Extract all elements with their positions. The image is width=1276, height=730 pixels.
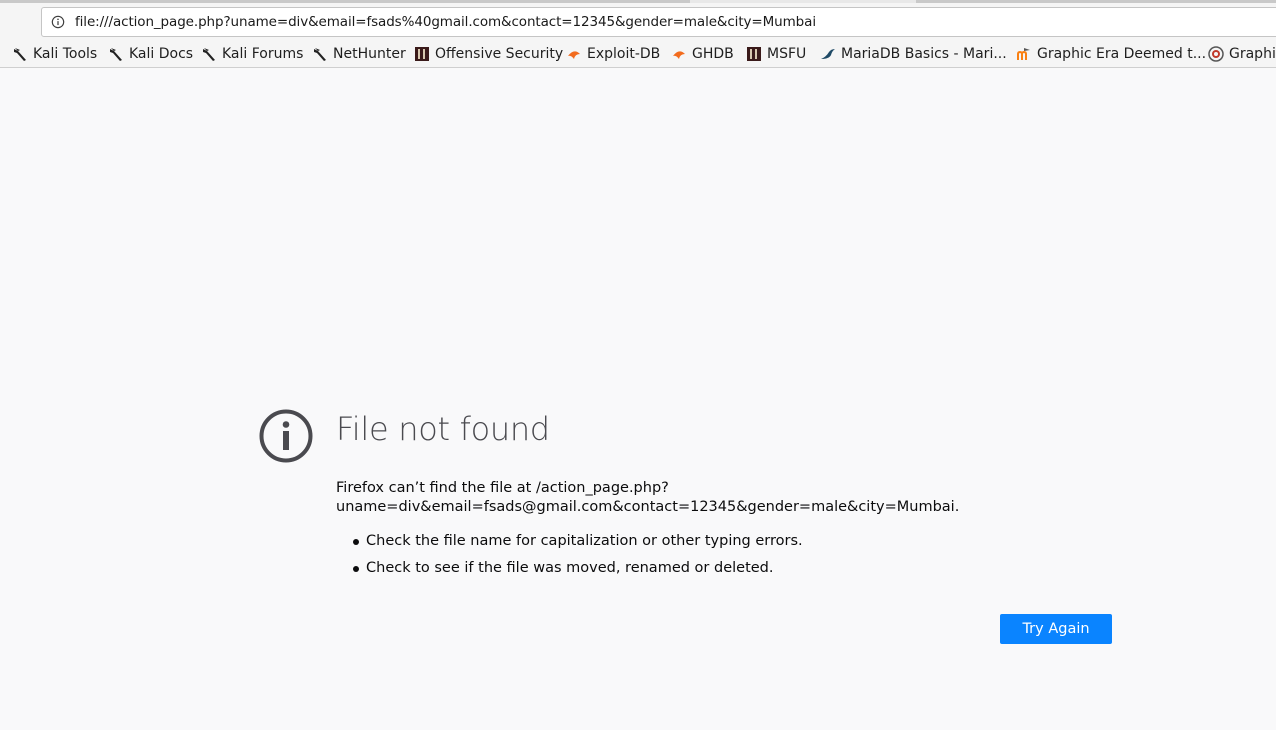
bookmark-label: Kali Docs bbox=[129, 46, 194, 62]
bookmark-nethunter[interactable]: NetHunter bbox=[312, 44, 406, 64]
kali-dragon-icon bbox=[110, 48, 122, 61]
mariadb-seal-icon bbox=[821, 49, 835, 59]
bookmark-mariadb-basics[interactable]: MariaDB Basics - Mari... bbox=[820, 44, 1007, 64]
bookmark-offensive-security[interactable]: Offensive Security bbox=[414, 44, 563, 64]
url-bar[interactable]: file:///action_page.php?uname=div&email=… bbox=[41, 7, 1276, 37]
offsec-icon bbox=[747, 47, 761, 61]
info-icon bbox=[259, 409, 313, 463]
bookmark-label: MSFU bbox=[767, 46, 807, 62]
bookmark-label: GHDB bbox=[692, 46, 734, 62]
page-info-icon[interactable] bbox=[51, 15, 65, 29]
suggestion-item: Check the file name for capitalization o… bbox=[336, 531, 803, 558]
kali-dragon-icon bbox=[314, 48, 326, 61]
error-title: File not found bbox=[336, 410, 550, 448]
kali-dragon-icon bbox=[203, 48, 215, 61]
bookmark-graphic-era[interactable]: Graphic Era Deemed t... bbox=[1016, 44, 1206, 64]
graphic-era-logo-icon bbox=[1208, 46, 1224, 62]
try-again-button[interactable]: Try Again bbox=[1000, 614, 1112, 644]
suggestion-list: Check the file name for capitalization o… bbox=[336, 531, 803, 585]
bookmark-label: Graphi bbox=[1229, 46, 1276, 62]
nav-toolbar: file:///action_page.php?uname=div&email=… bbox=[0, 3, 1276, 40]
bookmark-kali-forums[interactable]: Kali Forums bbox=[201, 44, 303, 64]
bookmarks-toolbar: Kali Tools Kali Docs Kali Forums NetHunt… bbox=[0, 40, 1276, 68]
bookmark-label: Graphic Era Deemed t... bbox=[1037, 46, 1207, 62]
exploitdb-bug-icon bbox=[673, 51, 685, 59]
bookmark-msfu[interactable]: MSFU bbox=[746, 44, 806, 64]
kali-dragon-icon bbox=[14, 48, 26, 61]
url-text[interactable]: file:///action_page.php?uname=div&email=… bbox=[75, 14, 816, 30]
exploitdb-bug-icon bbox=[568, 51, 580, 59]
moodle-icon bbox=[1017, 48, 1030, 60]
suggestion-item: Check to see if the file was moved, rena… bbox=[336, 558, 803, 585]
bookmark-label: Kali Tools bbox=[33, 46, 98, 62]
bookmark-label: Exploit-DB bbox=[587, 46, 661, 62]
bookmark-exploit-db[interactable]: Exploit-DB bbox=[566, 44, 660, 64]
error-description: Firefox can’t find the file at /action_p… bbox=[336, 480, 960, 515]
offsec-icon bbox=[415, 47, 429, 61]
bookmark-label: Kali Forums bbox=[222, 46, 304, 62]
bookmark-kali-docs[interactable]: Kali Docs bbox=[108, 44, 193, 64]
bookmark-graphic-era-partial[interactable]: Graphi bbox=[1208, 44, 1276, 64]
bookmark-ghdb[interactable]: GHDB bbox=[671, 44, 734, 64]
bookmark-label: Offensive Security bbox=[435, 46, 564, 62]
bookmark-kali-tools[interactable]: Kali Tools bbox=[12, 44, 97, 64]
bookmark-label: NetHunter bbox=[333, 46, 406, 62]
bookmark-label: MariaDB Basics - Mari... bbox=[841, 46, 1007, 62]
